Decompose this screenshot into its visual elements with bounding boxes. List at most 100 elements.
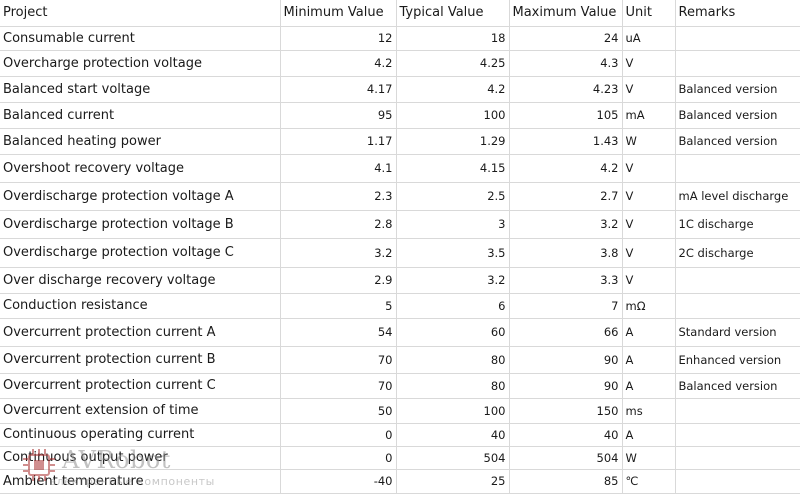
cell-remarks: Balanced version bbox=[675, 102, 800, 129]
cell-typical-value: 18 bbox=[396, 26, 510, 51]
cell-typical-value: 3.2 bbox=[396, 267, 510, 294]
cell-remarks: Balanced version bbox=[675, 76, 800, 103]
cell-typical-value: 4.25 bbox=[396, 50, 510, 77]
cell-remarks bbox=[675, 293, 800, 319]
cell-remarks bbox=[675, 446, 800, 470]
cell-project: Overcharge protection voltage bbox=[0, 50, 281, 77]
cell-minimum-value: 4.1 bbox=[280, 154, 397, 183]
cell-maximum-value: 90 bbox=[509, 373, 623, 399]
cell-project: Overshoot recovery voltage bbox=[0, 154, 281, 183]
header-minimum-value: Minimum Value bbox=[280, 0, 397, 27]
cell-remarks bbox=[675, 26, 800, 51]
cell-typical-value: 4.15 bbox=[396, 154, 510, 183]
cell-typical-value: 25 bbox=[396, 469, 510, 494]
cell-typical-value: 3.5 bbox=[396, 238, 510, 268]
cell-project: Consumable current bbox=[0, 26, 281, 51]
cell-maximum-value: 150 bbox=[509, 398, 623, 424]
table-row: Overcurrent protection current B 70 80 90 A E… bbox=[0, 346, 800, 374]
cell-typical-value: 100 bbox=[396, 102, 510, 129]
cell-maximum-value: 4.2 bbox=[509, 154, 623, 183]
cell-typical-value: 1.29 bbox=[396, 128, 510, 155]
cell-minimum-value: 12 bbox=[280, 26, 397, 51]
cell-unit: V bbox=[622, 50, 676, 77]
cell-minimum-value: 0 bbox=[280, 446, 397, 470]
cell-typical-value: 40 bbox=[396, 423, 510, 447]
cell-maximum-value: 504 bbox=[509, 446, 623, 470]
cell-maximum-value: 7 bbox=[509, 293, 623, 319]
header-remarks: Remarks bbox=[675, 0, 800, 27]
cell-project: Overdischarge protection voltage B bbox=[0, 210, 281, 239]
cell-remarks: 2C discharge bbox=[675, 238, 800, 268]
cell-unit: mΩ bbox=[622, 293, 676, 319]
cell-unit: ms bbox=[622, 398, 676, 424]
cell-minimum-value: 5 bbox=[280, 293, 397, 319]
cell-maximum-value: 4.3 bbox=[509, 50, 623, 77]
table-row: Balanced heating power 1.17 1.29 1.43 W Balan… bbox=[0, 128, 800, 155]
cell-project: Overcurrent extension of time bbox=[0, 398, 281, 424]
spec-table: Project Minimum Value Typical Value Maxi… bbox=[0, 0, 800, 494]
cell-minimum-value: 4.17 bbox=[280, 76, 397, 103]
cell-maximum-value: 24 bbox=[509, 26, 623, 51]
cell-minimum-value: -40 bbox=[280, 469, 397, 494]
table-row: Overdischarge protection voltage B 2.8 3 3.… bbox=[0, 210, 800, 239]
table-row: Balanced current 95 100 105 mA Balanced versi… bbox=[0, 102, 800, 129]
cell-typical-value: 60 bbox=[396, 318, 510, 347]
cell-minimum-value: 1.17 bbox=[280, 128, 397, 155]
cell-remarks bbox=[675, 154, 800, 183]
cell-unit: V bbox=[622, 76, 676, 103]
cell-typical-value: 504 bbox=[396, 446, 510, 470]
avrobot-watermark: AVRobot электронные компоненты bbox=[20, 446, 230, 492]
cell-unit: V bbox=[622, 154, 676, 183]
cell-typical-value: 80 bbox=[396, 373, 510, 399]
cell-minimum-value: 70 bbox=[280, 373, 397, 399]
table-row: Consumable current 12 18 24 uA bbox=[0, 26, 800, 51]
cell-maximum-value: 3.8 bbox=[509, 238, 623, 268]
cell-maximum-value: 85 bbox=[509, 469, 623, 494]
cell-unit: mA bbox=[622, 102, 676, 129]
cell-remarks bbox=[675, 50, 800, 77]
table-row: Continuous operating current 0 40 40 A bbox=[0, 423, 800, 447]
table-row: Balanced start voltage 4.17 4.2 4.23 V Balanc… bbox=[0, 76, 800, 103]
cell-minimum-value: 2.3 bbox=[280, 182, 397, 211]
cell-unit: A bbox=[622, 423, 676, 447]
cell-minimum-value: 2.8 bbox=[280, 210, 397, 239]
cell-minimum-value: 2.9 bbox=[280, 267, 397, 294]
cell-project: Balanced current bbox=[0, 102, 281, 129]
cell-maximum-value: 4.23 bbox=[509, 76, 623, 103]
cell-maximum-value: 3.2 bbox=[509, 210, 623, 239]
cell-unit: A bbox=[622, 373, 676, 399]
header-unit: Unit bbox=[622, 0, 676, 27]
cell-minimum-value: 0 bbox=[280, 423, 397, 447]
cell-remarks: Standard version bbox=[675, 318, 800, 347]
cell-project: Conduction resistance bbox=[0, 293, 281, 319]
header-typical-value: Typical Value bbox=[396, 0, 510, 27]
cell-project: Overcurrent protection current B bbox=[0, 346, 281, 374]
cell-project: Overdischarge protection voltage C bbox=[0, 238, 281, 268]
cell-remarks bbox=[675, 423, 800, 447]
cell-project: Overcurrent protection current C bbox=[0, 373, 281, 399]
cell-typical-value: 6 bbox=[396, 293, 510, 319]
cell-maximum-value: 3.3 bbox=[509, 267, 623, 294]
watermark-brand: AVRobot bbox=[62, 446, 171, 474]
table-row: Overshoot recovery voltage 4.1 4.15 4.2 V bbox=[0, 154, 800, 183]
cell-minimum-value: 4.2 bbox=[280, 50, 397, 77]
cell-typical-value: 2.5 bbox=[396, 182, 510, 211]
header-maximum-value: Maximum Value bbox=[509, 0, 623, 27]
cell-unit: V bbox=[622, 238, 676, 268]
cell-unit: A bbox=[622, 318, 676, 347]
cell-remarks: Enhanced version bbox=[675, 346, 800, 374]
cell-minimum-value: 70 bbox=[280, 346, 397, 374]
header-project: Project bbox=[0, 0, 281, 27]
table-row: Overcurrent protection current C 70 80 90 A B… bbox=[0, 373, 800, 399]
cell-typical-value: 3 bbox=[396, 210, 510, 239]
cell-remarks: Balanced version bbox=[675, 373, 800, 399]
cell-project: Balanced heating power bbox=[0, 128, 281, 155]
cell-unit: ℃ bbox=[622, 469, 676, 494]
cell-minimum-value: 50 bbox=[280, 398, 397, 424]
cell-project: Overcurrent protection current A bbox=[0, 318, 281, 347]
cell-unit: V bbox=[622, 210, 676, 239]
cell-maximum-value: 105 bbox=[509, 102, 623, 129]
table-row: Overdischarge protection voltage A 2.3 2.5… bbox=[0, 182, 800, 211]
table-row: Overcurrent protection current A 54 60 66 A S… bbox=[0, 318, 800, 347]
header-row: Project Minimum Value Typical Value Maxi… bbox=[0, 0, 800, 27]
